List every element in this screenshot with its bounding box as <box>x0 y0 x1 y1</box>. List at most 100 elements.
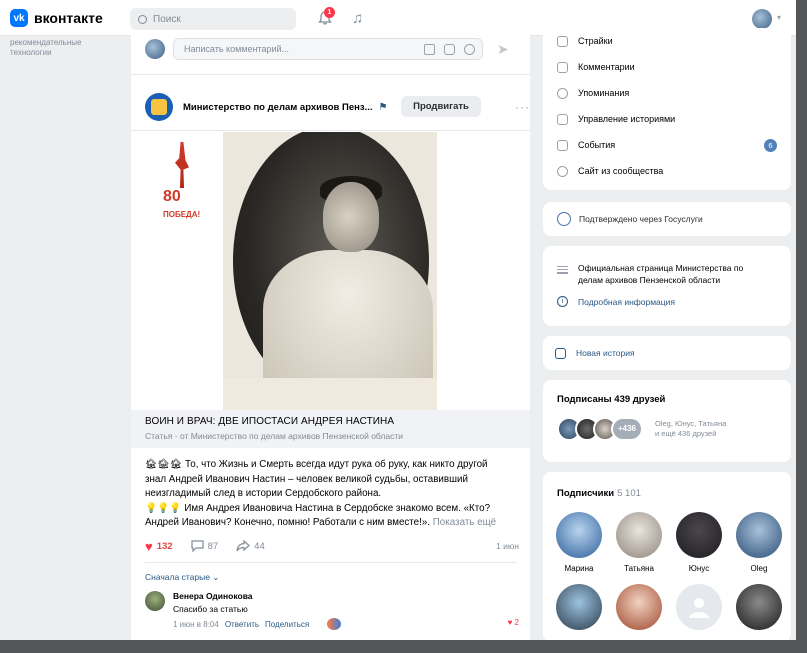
search-input[interactable]: Поиск <box>130 8 296 30</box>
send-icon[interactable]: ➤ <box>497 41 509 58</box>
show-more-link[interactable]: Показать ещё <box>433 517 496 528</box>
subscriber-item[interactable]: Марина <box>555 512 603 573</box>
comment-like-button[interactable]: ♥ 2 <box>508 618 519 627</box>
comment-input[interactable]: Написать комментарий... <box>173 38 483 60</box>
comment-time[interactable]: 1 июн в 8:04 <box>173 620 219 629</box>
subscribers-title[interactable]: Подписчики 5 101 <box>543 472 791 499</box>
events-badge: 6 <box>764 138 777 152</box>
subscriber-avatar <box>676 512 722 558</box>
comments-count: 87 <box>207 540 219 552</box>
group-avatar[interactable] <box>145 93 173 121</box>
menu-label: События <box>578 140 616 150</box>
portrait-photo[interactable] <box>223 132 437 410</box>
emoji-icon[interactable] <box>464 44 475 55</box>
friends-names-line: и ещё 436 друзей <box>655 429 717 438</box>
subscriber-item[interactable]: Юнус <box>675 512 723 573</box>
subscriber-name: Oleg <box>750 564 768 573</box>
article-snippet[interactable]: ВОИН И ВРАЧ: ДВЕ ИПОСТАСИ АНДРЕЯ НАСТИНА… <box>131 410 530 448</box>
group-emblem <box>151 99 167 115</box>
menu-item-events[interactable]: События 6 <box>543 132 791 158</box>
post-header: Министерство по делам архивов Пенз... ⚑ … <box>145 92 529 122</box>
post-media[interactable]: 80 ПОБЕДА! <box>131 132 530 410</box>
share-button[interactable]: 44 <box>236 540 265 552</box>
official-line: Официальная страница Министерства по <box>578 263 744 273</box>
subscriber-item[interactable] <box>555 584 603 630</box>
menu-label: Страйки <box>578 36 613 46</box>
subscriber-item[interactable] <box>735 584 783 630</box>
friends-more-badge: +436 <box>611 417 643 441</box>
attach-icon[interactable] <box>424 44 435 55</box>
post-date[interactable]: 1 июн <box>496 541 519 551</box>
subscriber-item[interactable] <box>615 584 663 630</box>
article-title[interactable]: ВОИН И ВРАЧ: ДВЕ ИПОСТАСИ АНДРЕЯ НАСТИНА <box>145 416 516 427</box>
menu-item-site[interactable]: Сайт из сообщества <box>543 158 791 184</box>
post-text: 🏚🏚🏚 То, что Жизнь и Смерть всегда идут р… <box>145 458 525 531</box>
person-icon <box>689 598 709 618</box>
subscriber-item[interactable] <box>675 584 723 630</box>
default-avatar-icon <box>676 584 722 630</box>
menu-item-mentions[interactable]: Упоминания <box>543 80 791 106</box>
divider <box>145 562 517 563</box>
promote-button[interactable]: Продвигать <box>401 96 481 117</box>
commenter-name[interactable]: Венера Одинокова <box>173 591 253 601</box>
comment-item: Венера Одинокова Спасибо за статью 1 июн… <box>145 591 519 635</box>
new-story-row: Новая история <box>543 336 791 370</box>
comments-button[interactable]: 87 <box>190 540 219 552</box>
menu-item-comments[interactable]: Комментарии <box>543 54 791 80</box>
subscriber-avatar <box>616 584 662 630</box>
vk-logo[interactable]: vk вконтакте <box>10 9 103 27</box>
subscribers-label: Подписчики <box>557 488 615 499</box>
subscriber-name: Марина <box>564 564 594 573</box>
community-menu: Страйки Комментарии Упоминания Управлени… <box>543 28 791 190</box>
friends-title[interactable]: Подписаны 439 друзей <box>543 380 791 405</box>
post-text-line: 💡💡💡 Имя Андрея Ивановича Настина в Сердо… <box>145 502 491 514</box>
comment-meta: 1 июн в 8:04 Ответить Поделиться <box>173 618 342 630</box>
gosuslugi-card[interactable]: Подтверждено через Госуслуги <box>543 202 791 236</box>
chevron-down-icon[interactable]: ▾ <box>777 13 781 22</box>
flag-icon: ⚑ <box>378 101 388 113</box>
menu-label: Комментарии <box>578 62 635 72</box>
subscriber-item[interactable]: Oleg <box>735 512 783 573</box>
new-story-card[interactable]: Новая история <box>543 336 791 370</box>
gosuslugi-icon <box>557 212 571 226</box>
post-text-line: 🏚🏚🏚 То, что Жизнь и Смерть всегда идут р… <box>145 459 488 470</box>
details-link[interactable]: i Подробная информация <box>543 296 791 307</box>
music-icon[interactable]: ♫ <box>352 10 363 27</box>
friends-row[interactable]: +436 Oleg, Юнус, Татьяна и ещё 436 друзе… <box>543 405 791 441</box>
comments-sort[interactable]: Сначала старые ⌄ <box>145 572 219 583</box>
menu-item-stories[interactable]: Управление историями <box>543 106 791 132</box>
camera-icon[interactable] <box>444 44 455 55</box>
comment-composer: Написать комментарий... ➤ <box>145 38 519 60</box>
reaction-icon <box>327 618 342 630</box>
new-story-label: Новая история <box>576 348 635 358</box>
group-name[interactable]: Министерство по делам архивов Пенз... <box>183 102 373 113</box>
heart-icon[interactable]: ♥ <box>145 539 153 554</box>
share-icon <box>236 540 251 552</box>
share-link[interactable]: Поделиться <box>265 620 309 629</box>
menu-label: Сайт из сообщества <box>578 166 664 176</box>
likes-count[interactable]: 132 <box>157 541 173 552</box>
info-card: Официальная страница Министерства по дел… <box>543 246 791 326</box>
vk-window: vk вконтакте Поиск 1 ♫ ▾ рекомендательны… <box>0 0 796 640</box>
subscribers-count: 5 101 <box>617 488 641 499</box>
subscriber-item[interactable]: Татьяна <box>615 512 663 573</box>
article-subtitle: Статья · от Министерство по делам архиво… <box>145 431 403 441</box>
composer-avatar <box>145 39 165 59</box>
menu-item-strikes[interactable]: Страйки <box>543 28 791 54</box>
menu-label: Управление историями <box>578 114 676 124</box>
commenter-avatar[interactable] <box>145 591 165 611</box>
official-line: делам архивов Пензенской области <box>578 275 721 285</box>
divider <box>131 130 530 131</box>
subscriber-name: Юнус <box>688 564 710 573</box>
comment-icon <box>190 540 204 552</box>
poster-text: ПОБЕДА! <box>163 210 201 219</box>
leftnav-text[interactable]: рекомендательные технологии <box>10 38 120 58</box>
profile-avatar[interactable] <box>752 9 772 29</box>
more-options-icon[interactable]: ··· <box>515 100 530 114</box>
portrait-head <box>323 182 379 252</box>
post-text-line: неизгладимый след в истории Сердобского … <box>145 488 382 499</box>
friends-names-line: Oleg, Юнус, Татьяна <box>655 419 727 428</box>
reply-link[interactable]: Ответить <box>225 620 259 629</box>
post-actions: ♥ 132 87 44 1 июн <box>145 538 519 554</box>
globe-icon <box>557 165 568 177</box>
